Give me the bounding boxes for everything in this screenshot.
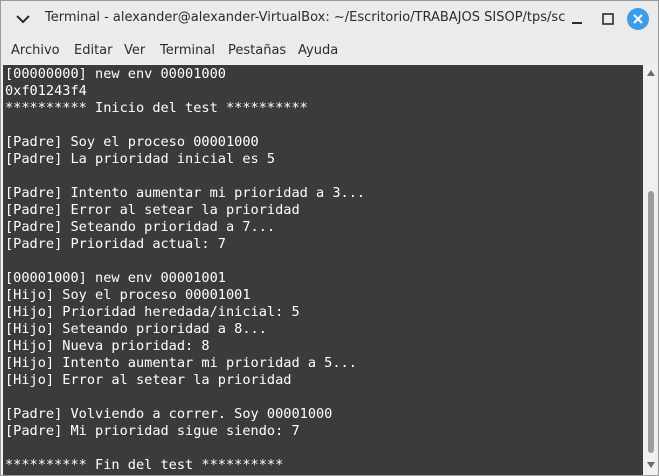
scrollbar-thumb[interactable] — [648, 191, 654, 453]
title-bar[interactable]: Terminal - alexander@alexander-VirtualBo… — [1, 1, 658, 37]
terminal-line: [Hijo] Error al setear la prioridad — [5, 372, 292, 388]
menu-ayuda[interactable]: Ayuda — [298, 43, 338, 58]
terminal-line: [00001000] new env 00001001 — [5, 270, 226, 286]
terminal-line: [Padre] Mi prioridad sigue siendo: 7 — [5, 423, 300, 439]
terminal-line: [Padre] La prioridad inicial es 5 — [5, 151, 276, 167]
terminal-line: [Padre] Seteando prioridad a 7... — [5, 219, 276, 235]
window-title: Terminal - alexander@alexander-VirtualBo… — [45, 10, 566, 25]
menu-archivo[interactable]: Archivo — [11, 43, 60, 58]
minimize-icon[interactable] — [566, 8, 588, 30]
menu-ver[interactable]: Ver — [124, 43, 145, 58]
terminal-line: [Padre] Prioridad actual: 7 — [5, 236, 226, 252]
terminal-line: 0xf01243f4 — [5, 83, 87, 99]
terminal-line: ********** Inicio del test ********** — [5, 100, 308, 116]
terminal-line: ********** Fin del test ********** — [5, 457, 284, 473]
vertical-scrollbar[interactable] — [644, 65, 657, 475]
terminal-window: Terminal - alexander@alexander-VirtualBo… — [0, 0, 659, 476]
terminal-line: [Hijo] Seteando prioridad a 8... — [5, 321, 267, 337]
scroll-down-arrow-icon[interactable] — [646, 461, 656, 469]
terminal-line: [Padre] Volviendo a correr. Soy 00001000 — [5, 406, 333, 422]
menu-terminal[interactable]: Terminal — [160, 43, 215, 58]
terminal-line: [Padre] Intento aumentar mi prioridad a … — [5, 185, 366, 201]
chevron-down-icon[interactable] — [13, 9, 33, 29]
terminal-line: [Hijo] Prioridad heredada/inicial: 5 — [5, 304, 300, 320]
maximize-icon[interactable] — [597, 8, 619, 30]
menu-pestanas[interactable]: Pestañas — [228, 43, 286, 58]
terminal-output[interactable]: [00000000] new env 00001000 0xf01243f4 *… — [3, 65, 643, 475]
menu-bar: Archivo Editar Ver Terminal Pestañas Ayu… — [1, 37, 658, 64]
terminal-line: [00000000] new env 00001000 — [5, 66, 226, 82]
terminal-line: [Hijo] Intento aumentar mi prioridad a 5… — [5, 355, 357, 371]
terminal-line: [Padre] Soy el proceso 00001000 — [5, 134, 259, 150]
scroll-up-arrow-icon[interactable] — [646, 69, 656, 77]
terminal-line: [Padre] Error al setear la prioridad — [5, 202, 300, 218]
terminal-line: [Hijo] Soy el proceso 00001001 — [5, 287, 251, 303]
terminal-line: [Hijo] Nueva prioridad: 8 — [5, 338, 210, 354]
close-icon[interactable] — [627, 8, 649, 30]
menu-editar[interactable]: Editar — [74, 43, 113, 58]
